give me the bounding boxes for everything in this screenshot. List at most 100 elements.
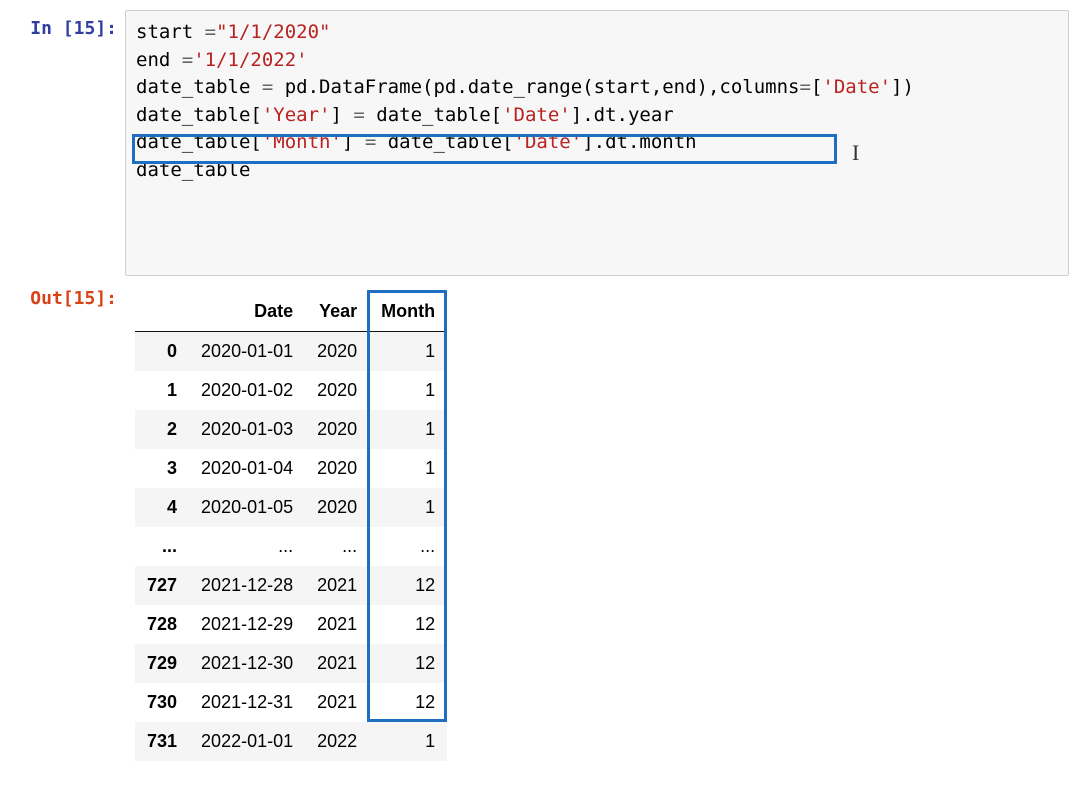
code-token: end bbox=[136, 49, 182, 71]
cell-year: 2020 bbox=[305, 449, 369, 488]
output-prompt: Out[15]: bbox=[10, 280, 125, 309]
code-token: date_table bbox=[136, 76, 262, 98]
row-index: 4 bbox=[135, 488, 189, 527]
code-token: 'Month' bbox=[262, 131, 342, 153]
cell-month: 12 bbox=[369, 605, 447, 644]
row-index: 727 bbox=[135, 566, 189, 605]
code-token: ]) bbox=[891, 76, 914, 98]
table-row: 12020-01-0220201 bbox=[135, 371, 447, 410]
table-row: 7302021-12-31202112 bbox=[135, 683, 447, 722]
code-token: = bbox=[800, 76, 811, 98]
dataframe-wrap: DateYearMonth 02020-01-012020112020-01-0… bbox=[135, 292, 447, 761]
column-header-year: Year bbox=[305, 292, 369, 332]
row-index: 3 bbox=[135, 449, 189, 488]
cell-date: 2021-12-31 bbox=[189, 683, 305, 722]
code-token: = bbox=[262, 76, 273, 98]
input-prompt: In [15]: bbox=[10, 10, 125, 39]
index-header bbox=[135, 292, 189, 332]
row-index: 1 bbox=[135, 371, 189, 410]
in-prefix: In [ bbox=[30, 18, 73, 39]
cell-date: 2020-01-05 bbox=[189, 488, 305, 527]
row-index: ... bbox=[135, 527, 189, 566]
output-area: DateYearMonth 02020-01-012020112020-01-0… bbox=[125, 280, 1069, 766]
cell-month: ... bbox=[369, 527, 447, 566]
cell-year: 2021 bbox=[305, 566, 369, 605]
table-row: 42020-01-0520201 bbox=[135, 488, 447, 527]
code-token: date_table[ bbox=[365, 104, 502, 126]
table-row: ............ bbox=[135, 527, 447, 566]
cell-month: 1 bbox=[369, 410, 447, 449]
cell-date: 2021-12-28 bbox=[189, 566, 305, 605]
code-token: = bbox=[205, 21, 216, 43]
cell-year: 2020 bbox=[305, 488, 369, 527]
table-row: 7312022-01-0120221 bbox=[135, 722, 447, 761]
code-token: = bbox=[353, 104, 364, 126]
cell-month: 1 bbox=[369, 722, 447, 761]
output-cell: Out[15]: DateYearMonth 02020-01-01202011… bbox=[10, 280, 1069, 766]
cell-year: 2021 bbox=[305, 644, 369, 683]
row-index: 729 bbox=[135, 644, 189, 683]
cell-month: 1 bbox=[369, 449, 447, 488]
code-token: ].dt.year bbox=[571, 104, 674, 126]
code-token: start bbox=[136, 21, 205, 43]
code-token: ] bbox=[342, 131, 365, 153]
cell-date: 2020-01-04 bbox=[189, 449, 305, 488]
row-index: 728 bbox=[135, 605, 189, 644]
table-header-row: DateYearMonth bbox=[135, 292, 447, 332]
cell-year: 2020 bbox=[305, 371, 369, 410]
out-prefix: Out[ bbox=[30, 288, 73, 309]
text-cursor-icon: I bbox=[852, 137, 853, 161]
in-suffix: ]: bbox=[95, 18, 117, 39]
code-token: = bbox=[365, 131, 376, 153]
in-exec-count: 15 bbox=[74, 18, 96, 39]
out-exec-count: 15 bbox=[74, 288, 96, 309]
table-row: 32020-01-0420201 bbox=[135, 449, 447, 488]
row-index: 731 bbox=[135, 722, 189, 761]
cell-month: 12 bbox=[369, 644, 447, 683]
row-index: 730 bbox=[135, 683, 189, 722]
cell-date: ... bbox=[189, 527, 305, 566]
table-row: 7282021-12-29202112 bbox=[135, 605, 447, 644]
code-token: 'Year' bbox=[262, 104, 331, 126]
cell-month: 1 bbox=[369, 371, 447, 410]
code-token: 'Date' bbox=[514, 131, 583, 153]
cell-month: 1 bbox=[369, 331, 447, 371]
cell-date: 2020-01-02 bbox=[189, 371, 305, 410]
code-token: date_table[ bbox=[136, 131, 262, 153]
cell-year: ... bbox=[305, 527, 369, 566]
cell-year: 2020 bbox=[305, 331, 369, 371]
code-token: date_table[ bbox=[376, 131, 513, 153]
dataframe-table: DateYearMonth 02020-01-012020112020-01-0… bbox=[135, 292, 447, 761]
code-token: date_table[ bbox=[136, 104, 262, 126]
cell-date: 2022-01-01 bbox=[189, 722, 305, 761]
code-token: ].dt.month bbox=[582, 131, 696, 153]
table-row: 7292021-12-30202112 bbox=[135, 644, 447, 683]
code-input[interactable]: start ="1/1/2020" end ='1/1/2022' date_t… bbox=[125, 10, 1069, 276]
cell-year: 2021 bbox=[305, 683, 369, 722]
column-header-month: Month bbox=[369, 292, 447, 332]
code-token: 'Date' bbox=[822, 76, 891, 98]
input-cell: In [15]: start ="1/1/2020" end ='1/1/202… bbox=[10, 10, 1069, 276]
row-index: 2 bbox=[135, 410, 189, 449]
code-token: [ bbox=[811, 76, 822, 98]
cell-date: 2021-12-29 bbox=[189, 605, 305, 644]
code-token: '1/1/2022' bbox=[193, 49, 307, 71]
table-row: 02020-01-0120201 bbox=[135, 331, 447, 371]
cell-year: 2021 bbox=[305, 605, 369, 644]
table-row: 7272021-12-28202112 bbox=[135, 566, 447, 605]
cell-month: 12 bbox=[369, 566, 447, 605]
cell-year: 2020 bbox=[305, 410, 369, 449]
cell-year: 2022 bbox=[305, 722, 369, 761]
code-token: = bbox=[182, 49, 193, 71]
code-token: 'Date' bbox=[502, 104, 571, 126]
code-token: ] bbox=[330, 104, 353, 126]
cell-date: 2021-12-30 bbox=[189, 644, 305, 683]
code-token: pd.DataFrame(pd.date_range(start,end),co… bbox=[273, 76, 799, 98]
column-header-date: Date bbox=[189, 292, 305, 332]
row-index: 0 bbox=[135, 331, 189, 371]
table-row: 22020-01-0320201 bbox=[135, 410, 447, 449]
cell-month: 1 bbox=[369, 488, 447, 527]
out-suffix: ]: bbox=[95, 288, 117, 309]
code-token: "1/1/2020" bbox=[216, 21, 330, 43]
cell-date: 2020-01-03 bbox=[189, 410, 305, 449]
